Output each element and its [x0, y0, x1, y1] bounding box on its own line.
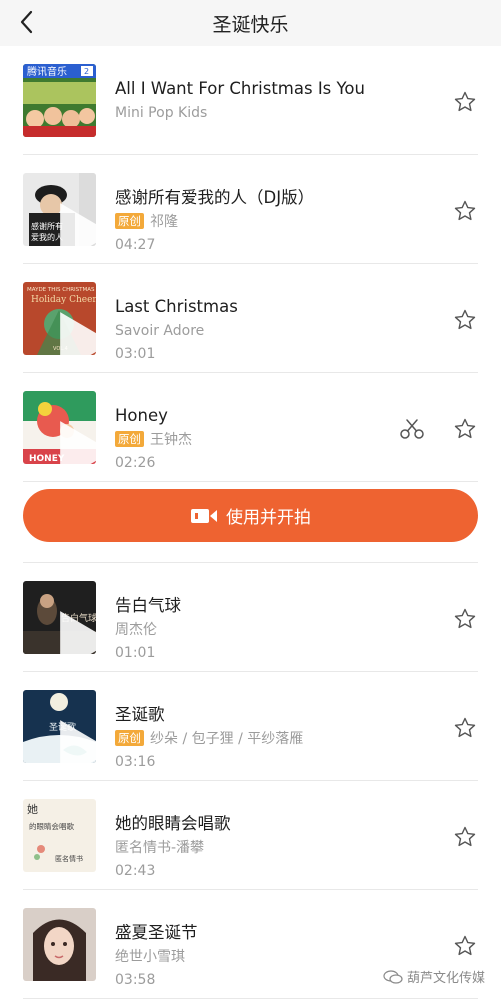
play-icon[interactable] — [48, 714, 96, 763]
scissors-icon[interactable] — [399, 417, 425, 441]
song-title: 圣诞歌 — [115, 705, 165, 724]
svg-text:她: 她 — [27, 802, 38, 816]
song-meta: 原创 祁隆 — [115, 212, 391, 232]
song-row[interactable]: 圣诞歌 圣诞歌 原创纱朵 / 包子狸 / 平纱落雁 03:16 — [0, 672, 501, 781]
song-duration: 03:01 — [115, 346, 156, 362]
song-duration: 01:01 — [115, 645, 156, 661]
original-badge: 原创 — [115, 431, 144, 447]
original-badge: 原创 — [115, 213, 144, 229]
video-camera-icon — [191, 508, 217, 523]
use-button-row: 使用并开拍 — [0, 482, 501, 563]
album-cover: 腾讯音乐 2 — [23, 64, 96, 137]
song-duration: 03:58 — [115, 972, 156, 988]
play-icon[interactable] — [48, 605, 96, 654]
watermark: 葫芦文化传媒 — [383, 967, 485, 986]
svg-text:的眼睛会唱歌: 的眼睛会唱歌 — [29, 821, 74, 831]
song-artist: 王钟杰 — [150, 432, 192, 448]
song-artist: Mini Pop Kids — [115, 105, 208, 121]
song-row[interactable]: HONEY Honey 原创 王钟杰 02:26 — [0, 373, 501, 482]
page-title: 圣诞快乐 — [212, 14, 289, 36]
use-and-shoot-button[interactable]: 使用并开拍 — [23, 489, 478, 542]
star-icon[interactable] — [453, 90, 477, 114]
song-title: 她的眼睛会唱歌 — [115, 814, 231, 833]
play-icon[interactable] — [48, 306, 96, 355]
star-icon[interactable] — [453, 934, 477, 958]
song-title: 感谢所有爱我的人（DJ版） — [115, 188, 315, 207]
album-cover: 感谢所有 爱我的人 — [23, 173, 96, 246]
use-button-label: 使用并开拍 — [226, 508, 311, 527]
song-duration: 02:26 — [115, 455, 156, 471]
svg-text:腾讯音乐: 腾讯音乐 — [27, 65, 67, 78]
song-row[interactable]: 她 的眼睛会唱歌 匿名情书 她的眼睛会唱歌 匿名情书-潘攀 02:43 — [0, 781, 501, 890]
song-title: Honey — [115, 406, 168, 425]
song-duration: 02:43 — [115, 863, 156, 879]
song-row[interactable]: MAYDE THIS CHRISTMAS Holiday Cheer VOL.4… — [0, 264, 501, 373]
song-artist: 纱朵 / 包子狸 / 平纱落雁 — [150, 731, 304, 747]
song-title: All I Want For Christmas Is You — [115, 79, 365, 98]
svg-text:Holiday Cheer: Holiday Cheer — [31, 295, 96, 305]
album-cover: 圣诞歌 — [23, 690, 96, 763]
original-badge: 原创 — [115, 730, 144, 746]
play-icon[interactable] — [48, 415, 96, 464]
album-cover: HONEY — [23, 391, 96, 464]
star-icon[interactable] — [453, 716, 477, 740]
song-row[interactable]: 告白气球 告白气球 周杰伦 01:01 — [0, 563, 501, 672]
song-title: Last Christmas — [115, 297, 238, 316]
song-artist: 祁隆 — [150, 214, 178, 230]
album-cover — [23, 908, 96, 981]
star-icon[interactable] — [453, 825, 477, 849]
play-icon[interactable] — [48, 197, 96, 246]
song-list: 腾讯音乐 2 All I Want For Christmas Is You M… — [0, 46, 501, 999]
album-cover: MAYDE THIS CHRISTMAS Holiday Cheer VOL.4 — [23, 282, 96, 355]
wechat-icon — [383, 969, 403, 984]
svg-text:匿名情书: 匿名情书 — [55, 854, 83, 863]
song-row[interactable]: 感谢所有 爱我的人 感谢所有爱我的人（DJ版） 原创 祁隆 04:27 — [0, 155, 501, 264]
song-artist: 周杰伦 — [115, 622, 157, 638]
song-title: 盛夏圣诞节 — [115, 923, 198, 942]
song-title: 告白气球 — [115, 596, 181, 615]
song-meta: 原创 纱朵 / 包子狸 / 平纱落雁 — [115, 729, 391, 749]
song-artist: Savoir Adore — [115, 323, 205, 339]
song-duration: 04:27 — [115, 237, 156, 253]
watermark-text: 葫芦文化传媒 — [406, 971, 485, 986]
album-cover: 她 的眼睛会唱歌 匿名情书 — [23, 799, 96, 872]
song-row[interactable]: 腾讯音乐 2 All I Want For Christmas Is You M… — [0, 46, 501, 155]
album-cover: 告白气球 — [23, 581, 96, 654]
star-icon[interactable] — [453, 417, 477, 441]
star-icon[interactable] — [453, 308, 477, 332]
star-icon[interactable] — [453, 607, 477, 631]
song-artist: 匿名情书-潘攀 — [115, 840, 205, 856]
song-artist: 绝世小雪琪 — [115, 949, 185, 965]
top-bar: 圣诞快乐 — [0, 0, 501, 46]
song-meta: 原创 王钟杰 — [115, 430, 391, 450]
svg-text:MAYDE THIS CHRISTMAS: MAYDE THIS CHRISTMAS — [27, 287, 95, 293]
svg-text:2: 2 — [84, 67, 89, 76]
song-duration: 03:16 — [115, 754, 156, 770]
star-icon[interactable] — [453, 199, 477, 223]
